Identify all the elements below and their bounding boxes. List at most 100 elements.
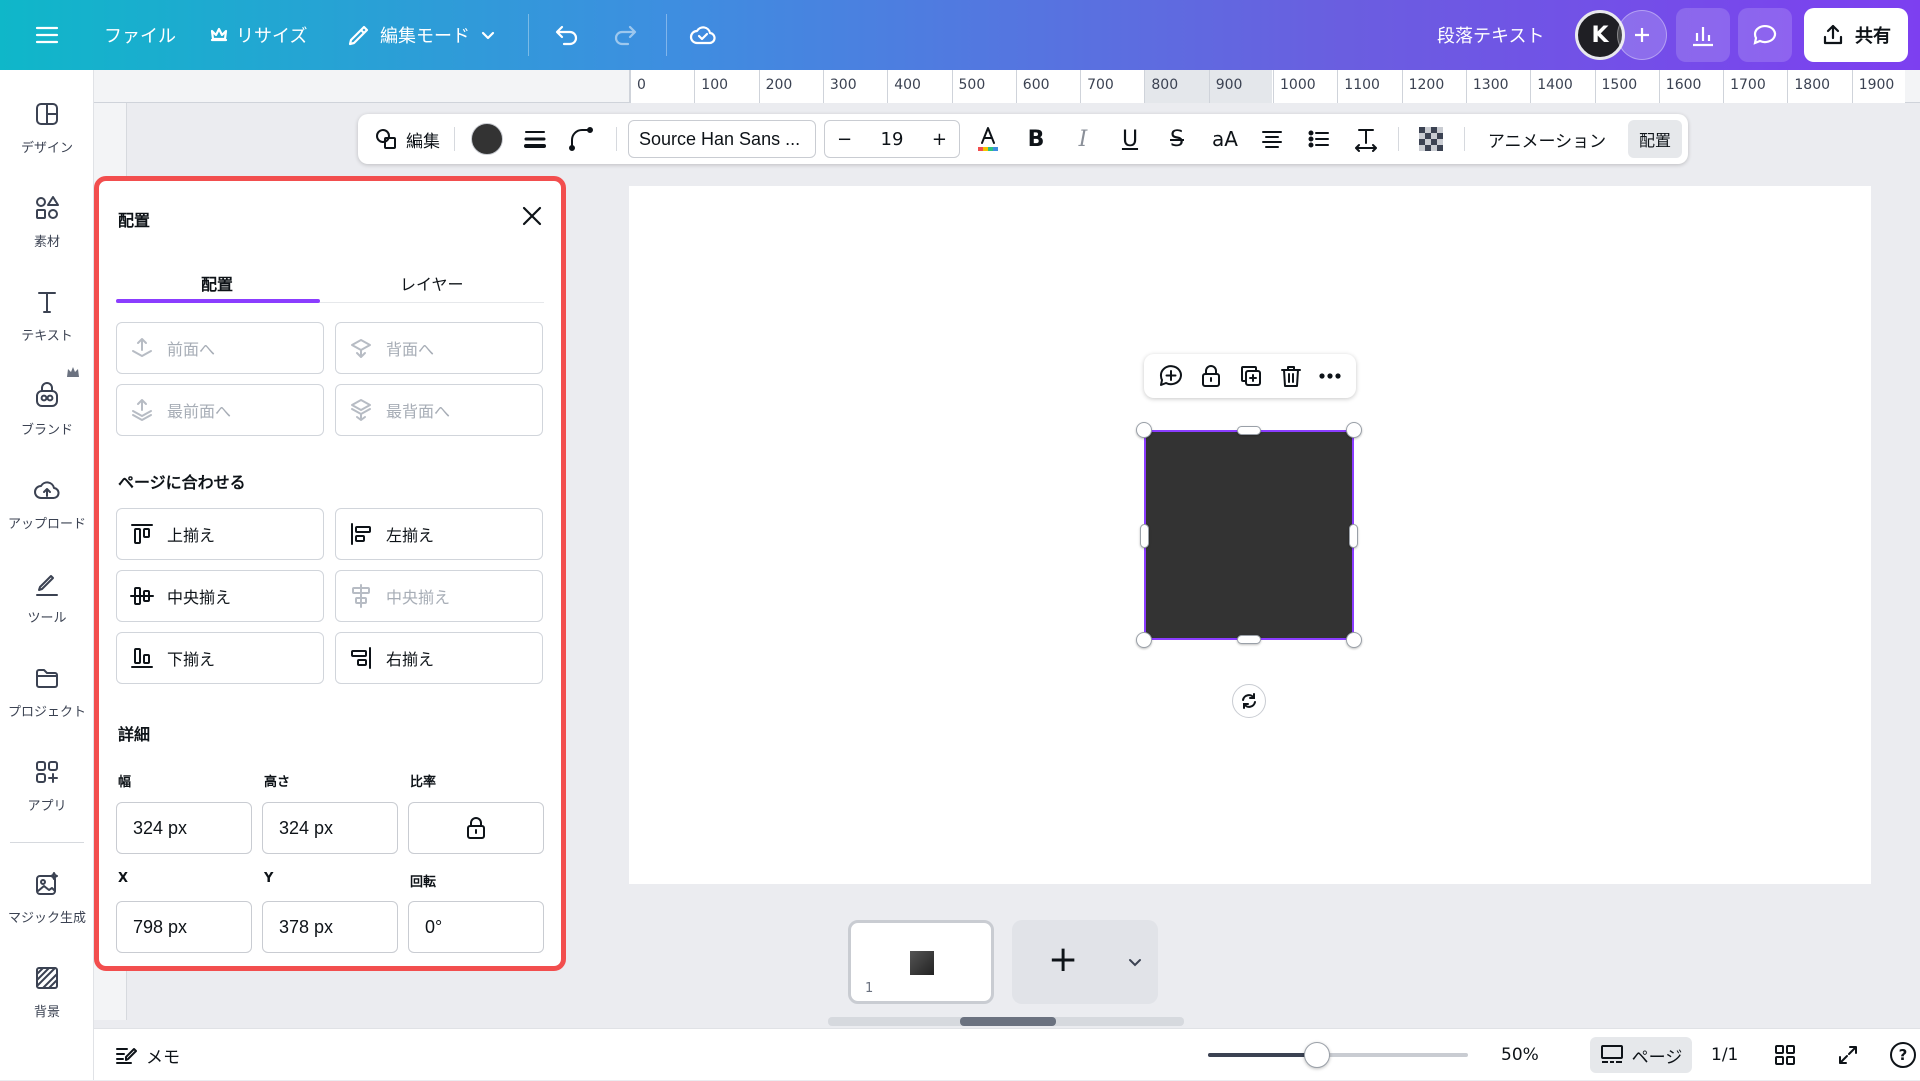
zoom-slider[interactable]: [1208, 1042, 1468, 1068]
text-align-button[interactable]: [1250, 114, 1294, 164]
page-count: 1/1: [1711, 1029, 1738, 1081]
sidebar-item-label: ツール: [27, 611, 67, 626]
corner-rounding-button[interactable]: [560, 114, 602, 164]
align-top-button[interactable]: 上揃え: [116, 508, 324, 560]
height-input[interactable]: 324 px: [262, 802, 398, 854]
align-left-button[interactable]: 左揃え: [335, 508, 543, 560]
save-status-button[interactable]: [688, 0, 718, 70]
comment-button[interactable]: [1738, 8, 1792, 62]
share-button[interactable]: 共有: [1804, 8, 1908, 62]
send-backward-button[interactable]: 背面へ: [335, 322, 543, 374]
italic-button[interactable]: I: [1061, 114, 1105, 164]
page-count-value: 1/1: [1711, 1045, 1739, 1065]
decrease-size-button[interactable]: −: [837, 129, 852, 150]
fullscreen-button[interactable]: [1836, 1029, 1860, 1081]
sidebar-item-brand[interactable]: ブランド: [0, 376, 94, 456]
chevron-down-icon[interactable]: [1125, 952, 1145, 972]
color-picker-button[interactable]: [464, 114, 510, 164]
edit-mode-dropdown[interactable]: 編集モード: [346, 0, 498, 70]
send-to-back-button[interactable]: 最背面へ: [335, 384, 543, 436]
list-button[interactable]: [1297, 114, 1341, 164]
border-style-button[interactable]: [514, 114, 556, 164]
arrange-panel: 配置 配置 レイヤー 前面へ 背面へ 最前面へ 最背面へ ページに合わせる 上揃…: [94, 176, 566, 971]
y-input[interactable]: 378 px: [262, 901, 398, 953]
more-button[interactable]: [1317, 363, 1343, 389]
resize-handle-bottom-right[interactable]: [1346, 632, 1362, 648]
delete-button[interactable]: [1278, 363, 1304, 389]
italic-label: I: [1078, 126, 1088, 152]
undo-button[interactable]: [552, 0, 580, 70]
bring-forward-button[interactable]: 前面へ: [116, 322, 324, 374]
tab-layers[interactable]: レイヤー: [400, 271, 464, 295]
zoom-slider-knob[interactable]: [1304, 1042, 1331, 1068]
animation-button[interactable]: アニメーション: [1472, 114, 1622, 164]
spacing-button[interactable]: [1344, 114, 1388, 164]
resize-button[interactable]: リサイズ: [210, 0, 307, 70]
increase-size-button[interactable]: +: [932, 129, 947, 150]
redo-button[interactable]: [612, 0, 640, 70]
font-size-value[interactable]: 19: [881, 129, 904, 150]
strikethrough-button[interactable]: S: [1155, 114, 1199, 164]
sidebar-item-elements[interactable]: 素材: [0, 188, 94, 268]
font-family-dropdown[interactable]: Source Han Sans ...: [628, 120, 816, 158]
resize-handle-left[interactable]: [1140, 524, 1149, 548]
ruler-tick: 1400: [1530, 70, 1573, 103]
ratio-lock-button[interactable]: [408, 802, 544, 854]
grid-view-button[interactable]: [1773, 1029, 1797, 1081]
edit-shape-button[interactable]: 編集: [368, 114, 446, 164]
x-input[interactable]: 798 px: [116, 901, 252, 953]
align-bottom-icon: [131, 648, 153, 668]
width-input[interactable]: 324 px: [116, 802, 252, 854]
pages-view-button[interactable]: ページ: [1590, 1037, 1692, 1073]
sidebar-item-apps[interactable]: アプリ: [0, 752, 94, 832]
sidebar-item-text[interactable]: テキスト: [0, 282, 94, 362]
align-right-button[interactable]: 右揃え: [335, 632, 543, 684]
font-size-stepper[interactable]: − 19 +: [824, 120, 960, 158]
insights-button[interactable]: [1676, 8, 1730, 62]
comment-icon: [1753, 24, 1777, 45]
help-button[interactable]: ?: [1890, 1029, 1916, 1081]
sidebar-item-background[interactable]: 背景: [0, 958, 94, 1038]
underline-button[interactable]: U: [1108, 114, 1152, 164]
sidebar-item-upload[interactable]: アップロード: [0, 470, 94, 550]
tab-arrange[interactable]: 配置: [201, 271, 233, 295]
send-backward-icon: [351, 339, 371, 358]
menu-button[interactable]: [34, 0, 60, 70]
invite-button[interactable]: [1617, 10, 1667, 60]
bring-to-front-button[interactable]: 最前面へ: [116, 384, 324, 436]
duplicate-button[interactable]: [1238, 363, 1264, 389]
resize-handle-right[interactable]: [1349, 524, 1358, 548]
letter-case-button[interactable]: aA: [1202, 114, 1248, 164]
align-section-title: ページに合わせる: [118, 473, 246, 492]
resize-handle-bottom-left[interactable]: [1136, 632, 1152, 648]
zoom-level[interactable]: 50%: [1501, 1029, 1539, 1081]
align-center-button[interactable]: 中央揃え: [335, 570, 543, 622]
rotation-input[interactable]: 0°: [408, 901, 544, 953]
notes-button[interactable]: メモ: [114, 1029, 180, 1081]
resize-handle-bottom[interactable]: [1237, 635, 1261, 644]
animation-label: アニメーション: [1487, 131, 1607, 152]
lock-button[interactable]: [1198, 363, 1224, 389]
sidebar-item-label: アップロード: [7, 517, 86, 532]
add-page-button[interactable]: +: [1012, 920, 1158, 1004]
resize-handle-top[interactable]: [1237, 426, 1261, 435]
file-menu[interactable]: ファイル: [104, 0, 176, 70]
scrollbar-thumb[interactable]: [960, 1017, 1056, 1026]
align-bottom-button[interactable]: 下揃え: [116, 632, 324, 684]
close-button[interactable]: [519, 203, 545, 229]
add-comment-button[interactable]: [1157, 362, 1185, 390]
page-thumbnail[interactable]: 1: [848, 920, 994, 1004]
text-color-button[interactable]: [966, 114, 1010, 164]
resize-handle-top-left[interactable]: [1136, 422, 1152, 438]
transparency-button[interactable]: [1408, 114, 1454, 164]
sidebar-item-design[interactable]: デザイン: [0, 94, 94, 174]
sidebar-item-magic[interactable]: マジック生成: [0, 864, 94, 944]
rotation-label: 回転: [410, 875, 437, 890]
resize-handle-top-right[interactable]: [1346, 422, 1362, 438]
rotate-handle[interactable]: [1232, 684, 1266, 718]
sidebar-item-projects[interactable]: プロジェクト: [0, 658, 94, 738]
bold-button[interactable]: B: [1014, 114, 1058, 164]
sidebar-item-tools[interactable]: ツール: [0, 564, 94, 644]
align-middle-button[interactable]: 中央揃え: [116, 570, 324, 622]
arrange-button[interactable]: 配置: [1628, 120, 1682, 158]
